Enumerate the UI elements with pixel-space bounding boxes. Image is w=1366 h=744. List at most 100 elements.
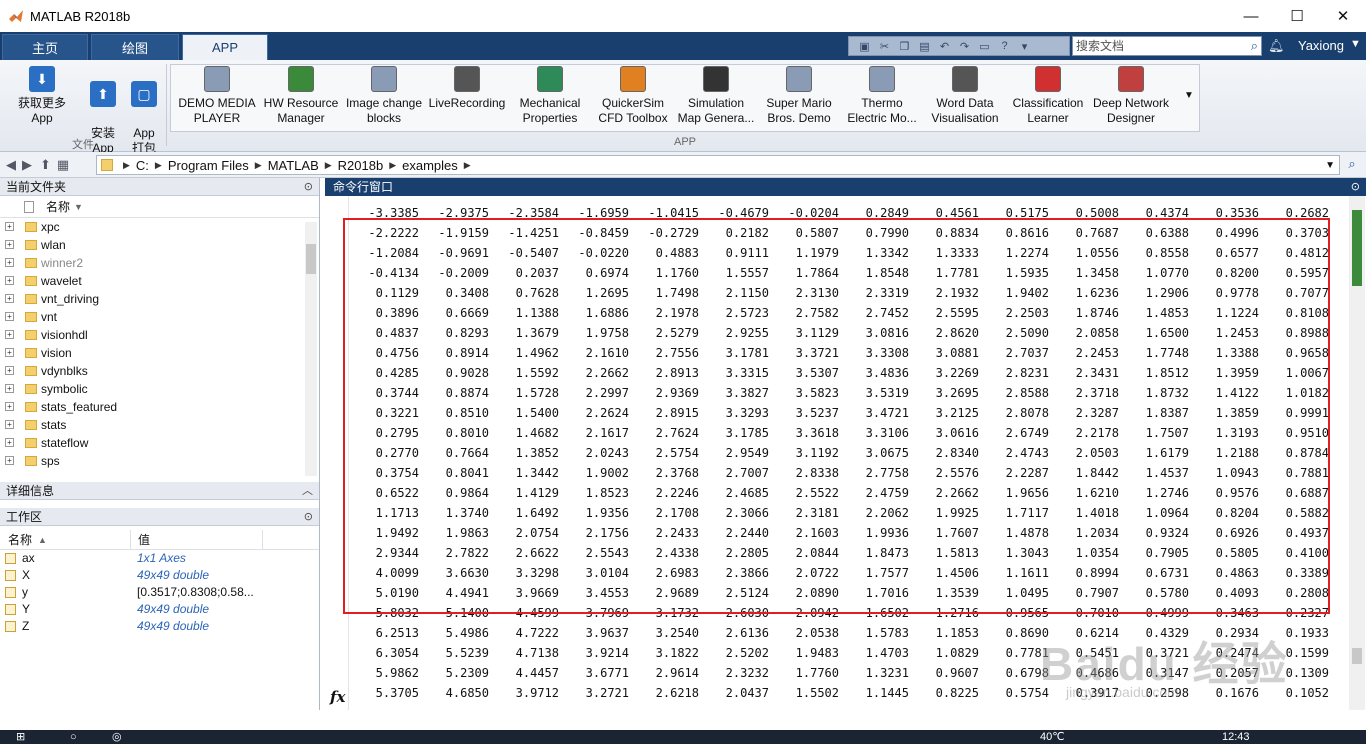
user-account-button[interactable]: Yaxiong: [1298, 38, 1344, 53]
app-button[interactable]: QuickerSim CFD Toolbox: [591, 66, 675, 126]
paste-icon[interactable]: ▤: [917, 39, 932, 53]
column-name-label[interactable]: 名称: [8, 530, 32, 550]
app-button[interactable]: DEMO MEDIA PLAYER: [175, 66, 259, 126]
column-value-label[interactable]: 值: [138, 530, 150, 550]
chevron-right-icon[interactable]: ▶: [389, 160, 396, 171]
path-breadcrumb[interactable]: ▶ C: ▶ Program Files ▶ MATLAB ▶ R2018b ▶…: [96, 155, 1340, 175]
command-window-scrollbar[interactable]: [1349, 196, 1365, 710]
folder-item[interactable]: + winner2: [0, 254, 319, 272]
breadcrumb-item[interactable]: examples: [402, 158, 458, 173]
expand-icon[interactable]: +: [5, 294, 14, 303]
folder-item[interactable]: + wavelet: [0, 272, 319, 290]
chevron-right-icon[interactable]: ▶: [123, 160, 130, 171]
folder-item[interactable]: + vdynblks: [0, 362, 319, 380]
folder-item[interactable]: + symbolic: [0, 380, 319, 398]
tab-home[interactable]: 主页: [2, 34, 88, 60]
tab-apps[interactable]: APP: [182, 34, 268, 60]
app-button[interactable]: Deep Network Designer: [1089, 66, 1173, 126]
app-button[interactable]: Image change blocks: [342, 66, 426, 126]
chevron-right-icon[interactable]: ▶: [255, 160, 262, 171]
back-arrow-icon[interactable]: ◀: [6, 157, 16, 173]
expand-icon[interactable]: +: [5, 366, 14, 375]
chevron-down-icon[interactable]: ▼: [1350, 38, 1361, 50]
close-button[interactable]: ✕: [1320, 0, 1366, 32]
expand-icon[interactable]: +: [5, 312, 14, 321]
app-button[interactable]: Classification Learner: [1006, 66, 1090, 126]
folder-item[interactable]: + stats: [0, 416, 319, 434]
chevron-down-icon[interactable]: ▾: [1017, 39, 1032, 53]
expand-icon[interactable]: +: [5, 438, 14, 447]
chevron-up-icon[interactable]: ︿: [302, 482, 313, 500]
workspace-variable-row[interactable]: y [0.3517;0.8308;0.58...: [0, 584, 319, 601]
get-more-apps-button[interactable]: ⬇ 获取更多 App: [6, 66, 78, 126]
minimize-button[interactable]: —: [1228, 0, 1274, 32]
app-button[interactable]: Word Data Visualisation: [923, 66, 1007, 126]
expand-icon[interactable]: +: [5, 420, 14, 429]
details-header[interactable]: 详细信息 ︿: [0, 482, 319, 500]
chevron-down-icon[interactable]: ▼: [1325, 160, 1335, 171]
save-icon[interactable]: ▣: [857, 39, 872, 53]
search-documentation-input[interactable]: 搜索文档 ⌕: [1072, 36, 1262, 56]
workspace-variable-row[interactable]: X 49x49 double: [0, 567, 319, 584]
notification-bell-icon[interactable]: 🔔︎: [1268, 38, 1285, 54]
app-button[interactable]: Simulation Map Genera...: [674, 66, 758, 126]
expand-icon[interactable]: +: [5, 330, 14, 339]
expand-icon[interactable]: +: [5, 258, 14, 267]
help-icon[interactable]: ?: [997, 39, 1012, 53]
tab-plots[interactable]: 绘图: [91, 34, 179, 60]
panel-actions-icon[interactable]: ⊙: [304, 508, 313, 526]
folder-item[interactable]: + wlan: [0, 236, 319, 254]
folder-item[interactable]: + vnt: [0, 308, 319, 326]
app-button[interactable]: Thermo Electric Mo...: [840, 66, 924, 126]
chevron-right-icon[interactable]: ▶: [155, 160, 162, 171]
search-icon[interactable]: ⌕: [1251, 37, 1258, 55]
file-column-header[interactable]: 名称 ▼: [0, 196, 319, 218]
expand-icon[interactable]: +: [5, 384, 14, 393]
start-icon[interactable]: ⊞: [16, 730, 25, 744]
expand-icon[interactable]: +: [5, 240, 14, 249]
breadcrumb-item[interactable]: Program Files: [168, 158, 249, 173]
task-view-icon[interactable]: ◎: [112, 730, 122, 744]
expand-icon[interactable]: +: [5, 222, 14, 231]
expand-icon[interactable]: +: [5, 276, 14, 285]
undo-icon[interactable]: ↶: [937, 39, 952, 53]
browse-folder-icon[interactable]: ▦: [57, 157, 69, 173]
app-button[interactable]: HW Resource Manager: [259, 66, 343, 126]
folder-item[interactable]: + vnt_driving: [0, 290, 319, 308]
folder-item[interactable]: + vision: [0, 344, 319, 362]
breadcrumb-item[interactable]: R2018b: [338, 158, 384, 173]
search-icon[interactable]: ⌕: [1342, 156, 1362, 174]
cut-icon[interactable]: ✂: [877, 39, 892, 53]
workspace-variable-row[interactable]: ax 1x1 Axes: [0, 550, 319, 567]
expand-icon[interactable]: +: [5, 348, 14, 357]
chevron-right-icon[interactable]: ▶: [325, 160, 332, 171]
app-button[interactable]: LiveRecording: [425, 66, 509, 111]
breadcrumb-item[interactable]: MATLAB: [268, 158, 319, 173]
folder-item[interactable]: + visionhdl: [0, 326, 319, 344]
folder-item[interactable]: + xpc: [0, 218, 319, 236]
panel-actions-icon[interactable]: ⊙: [304, 178, 313, 196]
redo-icon[interactable]: ↷: [957, 39, 972, 53]
gallery-expand-icon[interactable]: ▼: [1184, 90, 1194, 101]
search-icon[interactable]: ○: [70, 730, 77, 744]
folder-item[interactable]: + stateflow: [0, 434, 319, 452]
up-folder-icon[interactable]: ⬆: [40, 157, 51, 173]
expand-icon[interactable]: +: [5, 456, 14, 465]
switch-windows-icon[interactable]: ▭: [977, 39, 992, 53]
clock-label[interactable]: 12:43: [1222, 730, 1250, 744]
expand-icon[interactable]: +: [5, 402, 14, 411]
fx-icon[interactable]: fx: [330, 688, 345, 706]
chevron-right-icon[interactable]: ▶: [464, 160, 471, 171]
breadcrumb-item[interactable]: C:: [136, 158, 149, 173]
workspace-variable-row[interactable]: Y 49x49 double: [0, 601, 319, 618]
app-button[interactable]: Super Mario Bros. Demo: [757, 66, 841, 126]
folder-item[interactable]: + sps: [0, 452, 319, 470]
forward-arrow-icon[interactable]: ▶: [22, 157, 32, 173]
file-list-scrollbar[interactable]: [305, 222, 317, 476]
panel-actions-icon[interactable]: ⊙: [1351, 178, 1360, 196]
app-button[interactable]: Mechanical Properties: [508, 66, 592, 126]
folder-item[interactable]: + stats_featured: [0, 398, 319, 416]
copy-icon[interactable]: ❐: [897, 39, 912, 53]
workspace-variable-row[interactable]: Z 49x49 double: [0, 618, 319, 635]
maximize-button[interactable]: ☐: [1274, 0, 1320, 32]
